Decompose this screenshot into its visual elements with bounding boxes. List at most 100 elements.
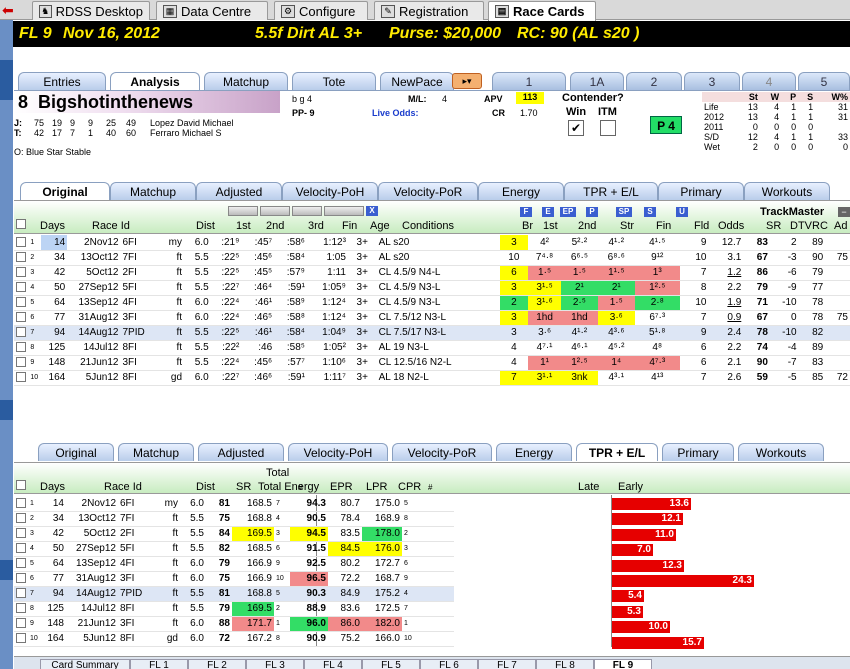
tab-horse-3[interactable]: 3 xyxy=(684,72,740,90)
tab-tpr-el[interactable]: TPR + E/L xyxy=(564,182,658,200)
row-checkbox[interactable] xyxy=(16,372,26,383)
filter-p-button[interactable]: P xyxy=(586,207,598,217)
row-checkbox[interactable] xyxy=(16,618,26,629)
tab-entries[interactable]: Entries xyxy=(18,72,106,90)
collapse-icon[interactable]: − xyxy=(838,207,850,217)
race-card-tab[interactable]: FL 9 xyxy=(594,659,652,669)
race-card-tab[interactable]: FL 5 xyxy=(362,659,420,669)
tab-workouts[interactable]: Workouts xyxy=(744,182,830,200)
tab-lower-original[interactable]: Original xyxy=(38,443,114,461)
race-card-tab[interactable]: FL 7 xyxy=(478,659,536,669)
win-checkbox[interactable]: ✔ xyxy=(568,120,584,136)
row-checkbox[interactable] xyxy=(16,528,26,539)
tab-lower-adjusted[interactable]: Adjusted xyxy=(198,443,284,461)
pp-row[interactable]: 3 42 5Oct12 2FI ft 5.5:22⁵:45⁵:57⁹ 1:11 3+ CL 4.… xyxy=(14,265,850,281)
race-card-tab[interactable]: FL 6 xyxy=(420,659,478,669)
tpr-row[interactable]: 4 50 27Sep12 5FI ft 5.5 82 168.5 6 91.5 84.5 176.0 3 xyxy=(14,541,454,557)
row-checkbox[interactable] xyxy=(16,282,26,293)
row-checkbox[interactable] xyxy=(16,252,26,263)
tab-lower-velocity-poh[interactable]: Velocity-PoH xyxy=(288,443,388,461)
race-card-tab[interactable]: FL 1 xyxy=(130,659,188,669)
sort-button[interactable] xyxy=(228,206,258,216)
race-card-tab[interactable]: Card Summary xyxy=(40,659,130,669)
tab-lower-matchup[interactable]: Matchup xyxy=(118,443,194,461)
tpr-row[interactable]: 8 125 14Jul12 8FI ft 5.5 79 169.5 2 88.9 83.6 172.5… xyxy=(14,601,454,617)
race-card-tab[interactable]: FL 3 xyxy=(246,659,304,669)
tpr-row[interactable]: 10 164 5Jun12 8FI gd 6.0 72 167.2 8 90.9 75.2 166.0… xyxy=(14,631,454,647)
itm-checkbox[interactable] xyxy=(600,120,616,136)
tab-pp-matchup[interactable]: Matchup xyxy=(110,182,196,200)
sort-button[interactable] xyxy=(292,206,322,216)
tpr-row[interactable]: 1 14 2Nov12 6FI my 6.0 81 168.5 7 94.3 80.7 175.0 5 xyxy=(14,496,454,512)
row-checkbox[interactable] xyxy=(16,558,26,569)
row-checkbox[interactable] xyxy=(16,513,26,524)
tab-lower-tpr-el[interactable]: TPR + E/L xyxy=(576,443,658,461)
row-checkbox[interactable] xyxy=(16,267,26,278)
pp-row[interactable]: 2 34 13Oct12 7FI ft 5.5:22⁵:45⁶:58⁴ 1:05 3+ AL s… xyxy=(14,250,850,266)
tpr-row[interactable]: 9 148 21Jun12 3FI ft 6.0 88 171.7 1 96.0 86.0 182.0… xyxy=(14,616,454,632)
tab-velocity-por[interactable]: Velocity-PoR xyxy=(378,182,478,200)
tab-matchup[interactable]: Matchup xyxy=(204,72,288,90)
tpr-row[interactable]: 2 34 13Oct12 7FI ft 5.5 75 168.8 4 90.5 78.4 168.9 8 xyxy=(14,511,454,527)
pp-row[interactable]: 7 94 14Aug12 7PID ft 5.5:22⁵:46¹:58⁴ 1:04⁹ 3+ CL… xyxy=(14,325,850,341)
row-checkbox[interactable] xyxy=(16,297,26,308)
left-toolbar-button[interactable] xyxy=(0,60,13,100)
tab-lower-velocity-por[interactable]: Velocity-PoR xyxy=(392,443,492,461)
sort-button[interactable] xyxy=(260,206,290,216)
pp-row[interactable]: 5 64 13Sep12 4FI ft 6.0:22⁴:46¹:58⁹ 1:12⁴ 3+ CL … xyxy=(14,295,850,311)
tab-rdss-desktop[interactable]: ♞ RDSS Desktop xyxy=(32,1,150,20)
filter-s-button[interactable]: S xyxy=(644,207,656,217)
tab-velocity-poh[interactable]: Velocity-PoH xyxy=(282,182,378,200)
filter-sp-button[interactable]: SP xyxy=(616,207,632,217)
tab-original[interactable]: Original xyxy=(20,182,110,200)
select-all-tpr-checkbox[interactable] xyxy=(16,480,26,490)
race-card-tab[interactable]: FL 4 xyxy=(304,659,362,669)
tab-analysis[interactable]: Analysis xyxy=(110,72,200,90)
select-all-checkbox[interactable] xyxy=(16,219,26,229)
tab-lower-energy[interactable]: Energy xyxy=(496,443,572,461)
filter-f-button[interactable]: F xyxy=(520,207,532,217)
tpr-row[interactable]: 3 42 5Oct12 2FI ft 5.5 84 169.5 3 94.5 83.5 178.0 2 xyxy=(14,526,454,542)
pp-row[interactable]: 9 148 21Jun12 3FI ft 5.5:22⁴:45⁶:57⁷ 1:10⁶ 3+ CL… xyxy=(14,355,850,371)
row-checkbox[interactable] xyxy=(16,312,26,323)
row-checkbox[interactable] xyxy=(16,588,26,599)
filter-x-button[interactable]: X xyxy=(366,206,378,216)
row-checkbox[interactable] xyxy=(16,603,26,614)
pp-row[interactable]: 6 77 31Aug12 3FI ft 6.0:22⁴:46⁵:58⁸ 1:12⁴ 3+ CL … xyxy=(14,310,850,326)
tab-horse-5[interactable]: 5 xyxy=(798,72,850,90)
tab-configure[interactable]: ⚙ Configure xyxy=(274,1,368,20)
left-toolbar-button[interactable] xyxy=(0,400,13,420)
sort-button[interactable] xyxy=(324,206,364,216)
tab-tote[interactable]: Tote xyxy=(292,72,376,90)
tab-horse-1a[interactable]: 1A xyxy=(570,72,624,90)
tab-energy[interactable]: Energy xyxy=(478,182,564,200)
row-checkbox[interactable] xyxy=(16,237,26,248)
row-checkbox[interactable] xyxy=(16,543,26,554)
options-dropdown-icon[interactable]: ▸▾ xyxy=(452,73,482,89)
tab-horse-4[interactable]: 4 xyxy=(742,72,796,90)
left-toolbar-button[interactable] xyxy=(0,560,13,580)
tab-primary[interactable]: Primary xyxy=(658,182,744,200)
pp-row[interactable]: 10 164 5Jun12 8FI gd 6.0:22⁷:46⁶:59¹ 1:11⁷ 3+ AL… xyxy=(14,370,850,386)
row-checkbox[interactable] xyxy=(16,357,26,368)
tab-horse-2[interactable]: 2 xyxy=(626,72,682,90)
tpr-row[interactable]: 7 94 14Aug12 7PID ft 5.5 81 168.8 5 90.3 84.9 175.2… xyxy=(14,586,454,602)
pp-row[interactable]: 4 50 27Sep12 5FI ft 5.5:22⁷:46⁴:59¹ 1:05⁹ 3+ CL … xyxy=(14,280,850,296)
tab-lower-primary[interactable]: Primary xyxy=(662,443,734,461)
row-checkbox[interactable] xyxy=(16,498,26,509)
tpr-row[interactable]: 5 64 13Sep12 4FI ft 6.0 79 166.9 9 92.5 80.2 172.7 6 xyxy=(14,556,454,572)
row-checkbox[interactable] xyxy=(16,633,26,644)
race-card-tab[interactable]: FL 8 xyxy=(536,659,594,669)
filter-ep-button[interactable]: EP xyxy=(560,207,576,217)
row-checkbox[interactable] xyxy=(16,342,26,353)
row-checkbox[interactable] xyxy=(16,573,26,584)
pp-row[interactable]: 8 125 14Jul12 8FI ft 5.5:22²:46:58⁵ 1:05² 3+ AL … xyxy=(14,340,850,356)
tab-data-centre[interactable]: ▦ Data Centre xyxy=(156,1,268,20)
race-card-tab[interactable]: FL 2 xyxy=(188,659,246,669)
pp-row[interactable]: 1 14 2Nov12 6FI my 6.0:21⁹:45⁷:58⁶ 1:12³ 3+ AL s… xyxy=(14,235,850,251)
tab-newpace[interactable]: NewPace xyxy=(380,72,454,90)
tab-horse-1[interactable]: 1 xyxy=(492,72,566,90)
tab-lower-workouts[interactable]: Workouts xyxy=(738,443,824,461)
filter-u-button[interactable]: U xyxy=(676,207,688,217)
tpr-row[interactable]: 6 77 31Aug12 3FI ft 6.0 75 166.9 10 96.5 72.2 168.7… xyxy=(14,571,454,587)
